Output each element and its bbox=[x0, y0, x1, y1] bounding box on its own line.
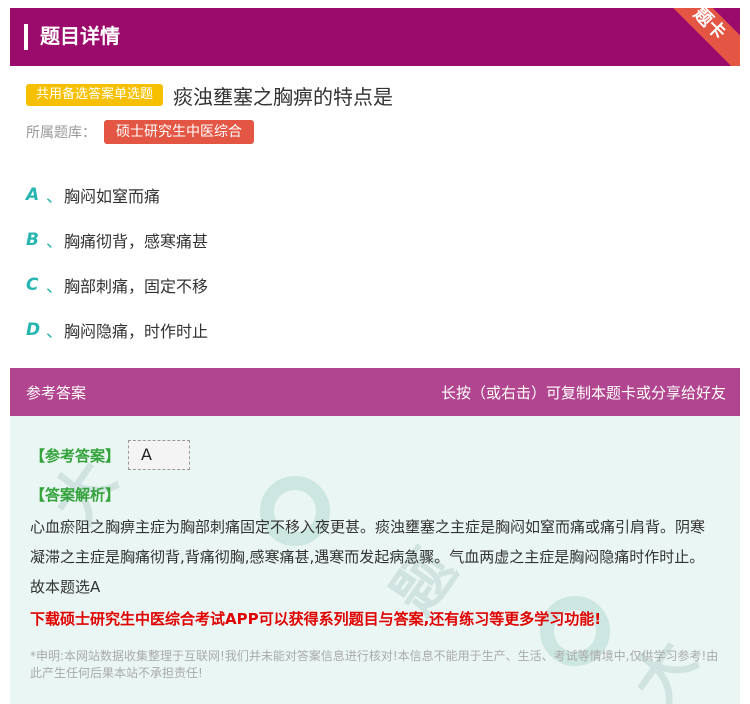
option-separator: 、 bbox=[46, 187, 63, 207]
option-separator: 、 bbox=[46, 277, 63, 297]
option-separator: 、 bbox=[46, 322, 63, 342]
option-d[interactable]: D 、 胸闷隐痛，时作时止 bbox=[26, 307, 208, 352]
disclaimer: *申明:本网站数据收集整理于互联网!我们并未能对答案信息进行核对!本信息不能用于… bbox=[30, 649, 719, 680]
share-hint: 长按（或右击）可复制本题卡或分享给好友 bbox=[440, 384, 726, 402]
option-text: 胸痛彻背，感寒痛甚 bbox=[64, 231, 209, 251]
option-letter: D bbox=[26, 319, 41, 340]
page-title: 题目详情 bbox=[40, 24, 120, 48]
page-header: 题目详情 题卡 bbox=[10, 8, 740, 66]
header-accent-bar bbox=[24, 24, 28, 50]
answer-section-header: 参考答案 长按（或右击）可复制本题卡或分享给好友 bbox=[10, 368, 740, 416]
bank-label: 所属题库： bbox=[26, 125, 96, 141]
answer-value: A bbox=[128, 440, 191, 470]
option-separator: 、 bbox=[46, 232, 63, 252]
option-letter: B bbox=[26, 229, 39, 250]
analysis-text: 心血瘀阻之胸痹主症为胸部刺痛固定不移入夜更甚。痰浊壅塞之主症是胸闷如窒而痛或痛引… bbox=[30, 518, 706, 596]
option-c[interactable]: C 、 胸部刺痛，固定不移 bbox=[26, 262, 208, 307]
option-letter: A bbox=[26, 184, 40, 205]
question-type-badge: 共用备选答案单选题 bbox=[26, 84, 164, 106]
option-letter: C bbox=[26, 274, 39, 295]
question-row: 共用备选答案单选题 痰浊壅塞之胸痹的特点是 bbox=[26, 80, 393, 110]
answer-body: 大 题 大 【参考答案】 A 【答案解析】 心血瘀阻之胸痹主症为胸部刺痛固定不移… bbox=[10, 416, 740, 704]
bank-tag[interactable]: 硕士研究生中医综合 bbox=[104, 120, 254, 144]
analysis-label: 【答案解析】 bbox=[30, 486, 121, 504]
options-list: A 、 胸闷如窒而痛 B 、 胸痛彻背，感寒痛甚 C 、 胸部刺痛，固定不移 D… bbox=[26, 172, 208, 352]
answer-section-title: 参考答案 bbox=[26, 384, 87, 402]
bank-row: 所属题库： 硕士研究生中医综合 bbox=[26, 120, 254, 144]
answer-label: 【参考答案】 bbox=[30, 446, 121, 465]
card-ribbon: 题卡 bbox=[653, 8, 740, 66]
question-text: 痰浊壅塞之胸痹的特点是 bbox=[173, 84, 394, 109]
option-text: 胸部刺痛，固定不移 bbox=[64, 276, 209, 296]
option-text: 胸闷隐痛，时作时止 bbox=[64, 321, 209, 341]
answer-line: 【参考答案】 A bbox=[30, 440, 191, 470]
option-a[interactable]: A 、 胸闷如窒而痛 bbox=[26, 172, 208, 217]
option-text: 胸闷如窒而痛 bbox=[64, 186, 161, 206]
option-b[interactable]: B 、 胸痛彻背，感寒痛甚 bbox=[26, 217, 208, 262]
app-promo-link[interactable]: 下载硕士研究生中医综合考试APP可以获得系列题目与答案,还有练习等更多学习功能! bbox=[30, 608, 601, 629]
